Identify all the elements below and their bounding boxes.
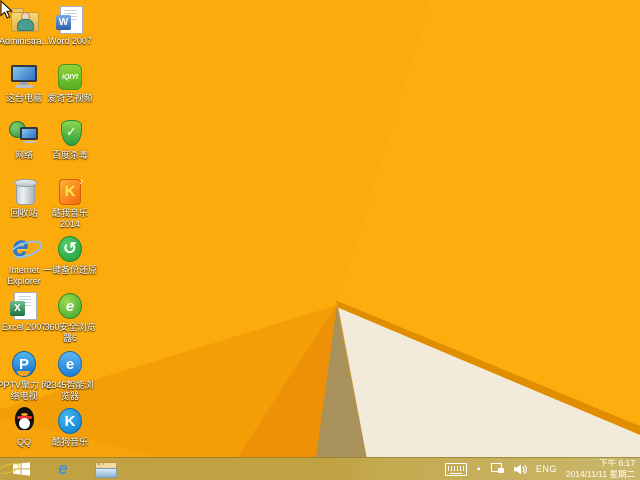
network-tray-icon[interactable] bbox=[490, 463, 505, 475]
taskbar-internet-explorer-button[interactable]: e bbox=[0, 459, 73, 478]
music-note-glyph: ♪ bbox=[79, 177, 83, 186]
360-browser-icon: e bbox=[54, 290, 86, 320]
person-body-shape bbox=[17, 19, 34, 31]
monitor-base-shape bbox=[15, 85, 33, 88]
desktop-icon-onekey-backup[interactable]: ↺ 一键备份还原 bbox=[42, 233, 98, 276]
desktop-icon-kuwo-music[interactable]: K ♪ 酷我音乐 2014 bbox=[42, 176, 98, 229]
word-w-glyph: W bbox=[56, 15, 71, 30]
network-plug-shape bbox=[497, 468, 504, 473]
shield-icon: ✓ bbox=[54, 118, 86, 148]
monitor-shape bbox=[11, 65, 37, 82]
browser-e-glyph: e bbox=[58, 351, 82, 377]
penguin-feet-shape bbox=[17, 430, 32, 433]
penguin-belly-shape bbox=[19, 418, 30, 429]
desktop-icon-2345-browser[interactable]: e 2345智能浏览器 bbox=[42, 348, 98, 401]
monitor-shape bbox=[20, 127, 38, 140]
monitor-base-shape bbox=[24, 141, 36, 143]
folder-dots-shape bbox=[98, 463, 108, 465]
show-hidden-icons-chevron-icon[interactable]: ▲ bbox=[476, 466, 482, 472]
system-tray: ▲ ENG 下午 6:17 2014/11/11 星期二 bbox=[444, 458, 640, 480]
backup-restore-icon: ↺ bbox=[54, 233, 86, 263]
volume-icon[interactable] bbox=[513, 463, 527, 475]
word-icon: W bbox=[54, 4, 86, 34]
excel-x-glyph: X bbox=[10, 301, 25, 316]
language-indicator[interactable]: ENG bbox=[536, 464, 557, 474]
taskbar-left: e bbox=[0, 460, 117, 478]
icon-label: 爱奇艺视频 bbox=[47, 93, 93, 103]
folder-front-shape bbox=[95, 468, 117, 478]
icon-label: 一键备份还原 bbox=[42, 265, 97, 275]
excel-icon: X bbox=[8, 290, 40, 320]
icon-label: Word 2007 bbox=[48, 36, 92, 46]
network-icon bbox=[8, 118, 40, 148]
pptv-icon: P bbox=[8, 348, 40, 378]
clock-date: 2014/11/11 星期二 bbox=[565, 469, 635, 479]
2345-browser-icon: e bbox=[54, 348, 86, 378]
desktop-icon-kugou-music[interactable]: K 酷狗音乐 bbox=[42, 405, 98, 448]
icon-label: 360安全浏览器6 bbox=[44, 322, 96, 343]
qq-penguin-icon bbox=[8, 405, 40, 435]
restore-arrow-glyph: ↺ bbox=[58, 236, 82, 262]
touch-keyboard-icon[interactable] bbox=[444, 462, 467, 476]
taskbar-file-explorer-button[interactable] bbox=[95, 460, 117, 478]
icon-label: 酷狗音乐 bbox=[51, 437, 88, 447]
kugou-music-icon: K bbox=[54, 405, 86, 435]
icon-label: 酷我音乐 2014 bbox=[51, 208, 88, 229]
bin-rim-shape bbox=[14, 179, 37, 187]
screen-shape bbox=[22, 129, 36, 138]
kuwo-music-icon: K ♪ bbox=[54, 176, 86, 206]
icon-label: 2345智能浏览器 bbox=[46, 380, 94, 401]
screen-shape bbox=[13, 67, 35, 80]
iqiyi-logo-glyph: iQIYI bbox=[58, 64, 82, 90]
desktop-icon-baidu-antivirus[interactable]: ✓ 百度杀毒 bbox=[42, 118, 98, 161]
kugou-k-glyph: K bbox=[58, 408, 82, 434]
browser-e-glyph: e bbox=[58, 293, 82, 319]
recycle-bin-icon bbox=[8, 176, 40, 206]
windows-desktop: Administra... 这台电脑 网络 回收站 e Internet Exp… bbox=[0, 0, 640, 480]
desktop-icon-iqiyi[interactable]: iQIYI 爱奇艺视频 bbox=[42, 61, 98, 104]
internet-explorer-icon: e bbox=[7, 230, 45, 263]
icon-label: 百度杀毒 bbox=[51, 150, 88, 160]
clock-time: 下午 6:17 bbox=[599, 457, 635, 468]
shield-check-glyph: ✓ bbox=[61, 120, 82, 146]
desktop-icon-word-2007[interactable]: W Word 2007 bbox=[42, 4, 98, 47]
ie-icon: e bbox=[58, 459, 68, 478]
mouse-cursor-icon bbox=[0, 0, 13, 19]
taskbar: e ▲ ENG 下午 6:17 2014/11/11 星期二 bbox=[0, 457, 640, 480]
taskbar-clock[interactable]: 下午 6:17 2014/11/11 星期二 bbox=[566, 458, 635, 480]
iqiyi-icon: iQIYI bbox=[54, 61, 86, 91]
desktop-icon-360-browser[interactable]: e 360安全浏览器6 bbox=[42, 290, 98, 343]
kuwo-k-glyph: K bbox=[59, 179, 81, 205]
computer-icon bbox=[8, 61, 40, 91]
